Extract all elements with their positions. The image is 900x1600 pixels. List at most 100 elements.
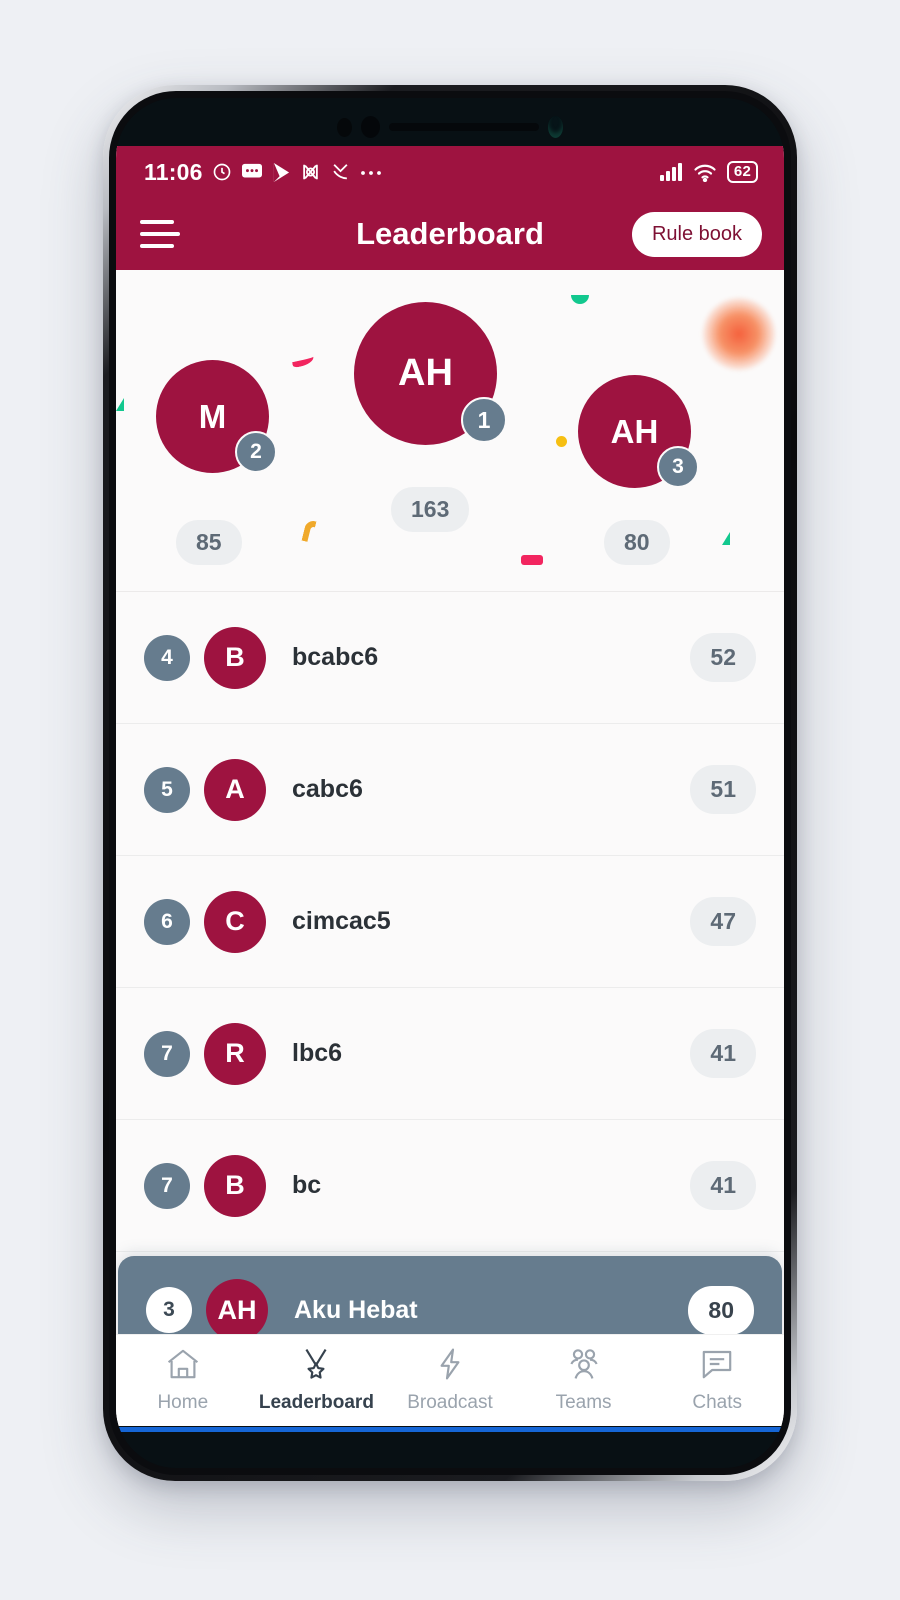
no-notification-icon [300, 162, 321, 182]
avatar: M 2 [156, 360, 277, 473]
row-rank: 7 [144, 1030, 190, 1077]
medal-icon [298, 1347, 334, 1386]
row-avatar: B [204, 626, 266, 689]
row-score: 52 [690, 633, 756, 682]
row-avatar: R [204, 1022, 266, 1085]
row-rank: 5 [144, 766, 190, 813]
row-score: 47 [690, 897, 756, 946]
avatar: AH 1 [354, 302, 507, 445]
confetti-rect-pink [521, 555, 543, 565]
clock-icon [212, 162, 232, 182]
proximity-sensor-icon [548, 116, 563, 138]
rule-book-button[interactable]: Rule book [631, 211, 762, 257]
status-bar-time: 11:06 [144, 158, 203, 185]
podium-slot-rank-2[interactable]: M 2 [156, 360, 277, 473]
table-row[interactable]: 7 R lbc6 41 [116, 988, 784, 1120]
signal-icon [659, 162, 683, 182]
hamburger-line [140, 220, 174, 224]
podium-score-rank-2: 85 [176, 520, 242, 565]
home-indicator-line [116, 1427, 784, 1432]
row-score: 51 [690, 765, 756, 814]
row-score: 80 [688, 1285, 754, 1334]
wifi-icon [693, 162, 717, 182]
avatar-initials: M [198, 397, 227, 435]
confetti-glow-orange [703, 298, 775, 370]
podium-slot-rank-3[interactable]: AH 3 [578, 375, 699, 488]
podium-score-rank-1: 163 [391, 487, 470, 532]
row-name: bcabc6 [292, 643, 379, 671]
row-name: cabc6 [292, 775, 363, 803]
row-score: 41 [690, 1161, 756, 1210]
row-name: Aku Hebat [294, 1295, 418, 1324]
confetti-triangle-teal-left [116, 398, 124, 411]
hamburger-line [140, 244, 174, 248]
battery-indicator: 62 [726, 160, 758, 184]
row-rank: 6 [144, 898, 190, 945]
table-row[interactable]: 6 C cimcac5 47 [116, 856, 784, 988]
confetti-dot-yellow [556, 436, 567, 447]
phone-screen: 11:06 62 Leaderboard Rule book M 2 85 AH… [116, 98, 784, 1468]
nav-label: Chats [692, 1392, 742, 1413]
row-rank: 4 [144, 634, 190, 681]
chat-icon [699, 1347, 735, 1386]
row-rank: 3 [146, 1287, 192, 1333]
call-missed-icon [330, 162, 351, 182]
confetti-hook-orange [301, 519, 317, 543]
home-icon [165, 1347, 201, 1386]
row-avatar: A [204, 758, 266, 821]
podium-section: M 2 85 AH 1 163 AH 3 80 [116, 270, 784, 592]
status-bar-left: 11:06 [144, 159, 382, 186]
phone-frame: 11:06 62 Leaderboard Rule book M 2 85 AH… [103, 85, 797, 1481]
nav-label: Leaderboard [258, 1392, 374, 1413]
row-rank: 7 [144, 1162, 190, 1209]
notch-sensors [116, 114, 784, 140]
confetti-triangle-teal-right [722, 532, 730, 545]
row-avatar: AH [206, 1279, 268, 1334]
nav-label: Broadcast [407, 1392, 493, 1413]
nav-item-broadcast[interactable]: Broadcast [383, 1347, 517, 1414]
bolt-icon [432, 1347, 468, 1386]
podium-score-rank-3: 80 [604, 520, 670, 565]
app-viewport: 11:06 62 Leaderboard Rule book M 2 85 AH… [116, 146, 784, 1426]
table-row[interactable]: 5 A cabc6 51 [116, 724, 784, 856]
bottom-navigation: Home Leaderboard Broadcast Teams Chats [116, 1334, 784, 1426]
status-bar: 11:06 62 [116, 146, 784, 198]
row-avatar: B [204, 1154, 266, 1217]
nav-item-leaderboard[interactable]: Leaderboard [250, 1347, 384, 1414]
row-name: lbc6 [292, 1039, 343, 1067]
more-icon [360, 168, 382, 176]
podium-slot-rank-1[interactable]: AH 1 [354, 302, 507, 445]
nav-label: Teams [555, 1392, 612, 1413]
people-icon [566, 1347, 602, 1386]
rank-badge: 3 [657, 446, 699, 488]
earpiece-speaker [389, 123, 539, 131]
row-score: 41 [690, 1029, 756, 1078]
sensor-dot-icon [337, 117, 352, 137]
phone-bezel: 11:06 62 Leaderboard Rule book M 2 85 AH… [109, 91, 791, 1475]
row-name: bc [292, 1171, 322, 1199]
row-avatar: C [204, 890, 266, 953]
front-camera-icon [361, 116, 380, 138]
avatar: AH 3 [578, 375, 699, 488]
hamburger-line [140, 232, 180, 236]
hamburger-menu-icon[interactable] [140, 220, 180, 248]
row-name: cimcac5 [292, 907, 391, 935]
avatar-initials: AH [398, 352, 453, 394]
confetti-halfdisc-teal [571, 295, 589, 304]
status-bar-right: 62 [659, 160, 758, 184]
nav-item-chats[interactable]: Chats [650, 1347, 784, 1414]
confetti-squiggle-pink [291, 353, 315, 369]
rank-badge: 2 [235, 431, 277, 473]
leaderboard-list: 4 B bcabc6 52 5 A cabc6 51 6 C cimcac5 4… [116, 592, 784, 1334]
nav-item-home[interactable]: Home [116, 1347, 250, 1414]
message-icon [241, 162, 263, 182]
current-user-row[interactable]: 3 AH Aku Hebat 80 [118, 1256, 782, 1334]
avatar-initials: AH [610, 412, 659, 450]
app-header: Leaderboard Rule book [116, 198, 784, 270]
nav-item-teams[interactable]: Teams [517, 1347, 651, 1414]
table-row[interactable]: 7 B bc 41 [116, 1120, 784, 1252]
rank-badge: 1 [461, 397, 507, 443]
table-row[interactable]: 4 B bcabc6 52 [116, 592, 784, 724]
play-store-icon [272, 162, 291, 183]
nav-label: Home [157, 1392, 209, 1413]
